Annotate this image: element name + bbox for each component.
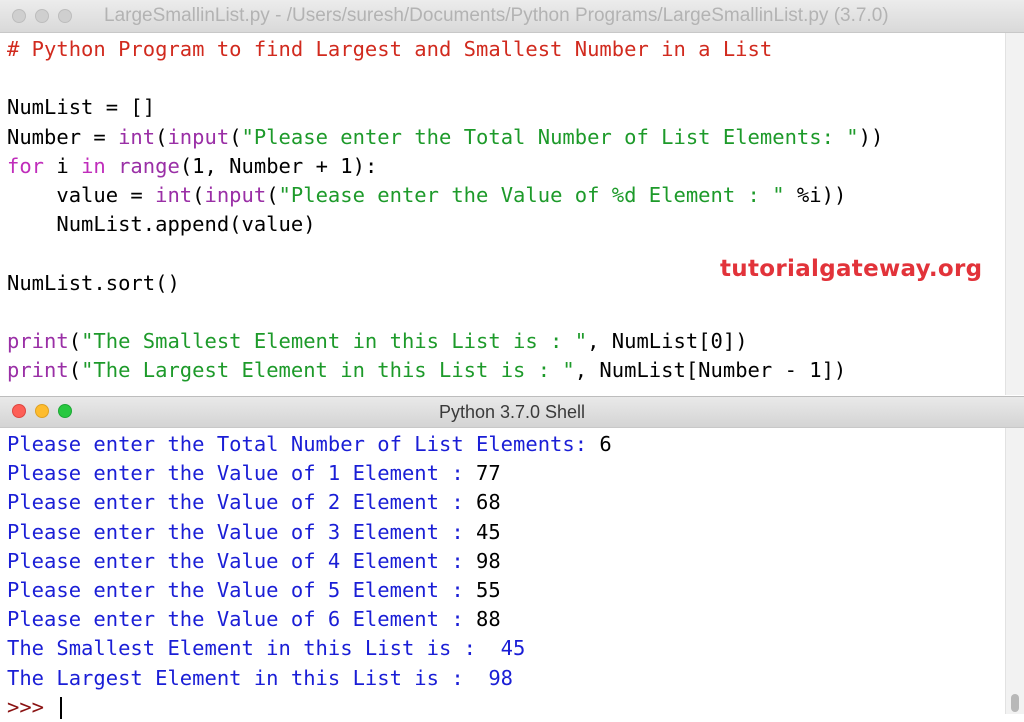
scrollbar-thumb[interactable] [1011, 694, 1019, 712]
code-token: input [204, 183, 267, 207]
code-token: ( [155, 124, 168, 149]
code-token: 68 [476, 490, 501, 515]
code-token: ( [192, 183, 205, 207]
code-line[interactable]: Number = int(input("Please enter the Tot… [7, 123, 883, 152]
code-line[interactable]: for i in range(1, Number + 1): [7, 152, 377, 181]
code-token: 88 [476, 607, 501, 632]
text-cursor [60, 696, 63, 719]
code-token: "The Largest Element in this List is : " [81, 358, 575, 383]
shell-line[interactable]: The Largest Element in this List is : 98 [7, 664, 513, 693]
code-token: # Python Program to find Largest and Sma… [7, 37, 773, 61]
code-token: Please enter the Total Number of List El… [7, 432, 600, 456]
code-token: 45 [476, 519, 501, 544]
code-line[interactable]: print("The Largest Element in this List … [7, 356, 846, 385]
code-token: "The Smallest Element in this List is : … [81, 329, 588, 353]
shell-line[interactable]: Please enter the Value of 6 Element : 88 [7, 605, 501, 634]
shell-line[interactable]: The Smallest Element in this List is : 4… [7, 634, 525, 663]
code-token: 77 [476, 461, 501, 486]
editor-window-controls [12, 9, 72, 23]
code-token: Please enter the Value of 6 Element : [7, 607, 476, 632]
shell-line[interactable]: Please enter the Value of 5 Element : 55 [7, 576, 501, 605]
zoom-icon[interactable] [58, 9, 72, 23]
code-token: int [155, 183, 193, 207]
shell-prompt-line[interactable]: >>> [7, 693, 63, 722]
code-line[interactable]: NumList = [] [7, 93, 155, 122]
code-token: Please enter the Value of 5 Element : [7, 578, 476, 602]
shell-titlebar[interactable]: Python 3.7.0 Shell [0, 396, 1024, 428]
code-token: Please enter the Value of 1 Element : [7, 461, 476, 486]
code-token: NumList.sort() [7, 270, 180, 295]
code-token: print [7, 358, 69, 383]
shell-window-title: Python 3.7.0 Shell [438, 402, 586, 422]
shell-scrollbar[interactable] [1005, 428, 1024, 714]
code-token: (1, Number + 1): [179, 153, 378, 178]
code-token: , NumList[Number - 1]) [574, 358, 847, 383]
code-line[interactable]: value = int(input("Please enter the Valu… [7, 181, 846, 210]
minimize-icon[interactable] [35, 9, 49, 23]
editor-titlebar[interactable]: LargeSmallinList.py - /Users/suresh/Docu… [0, 0, 1024, 33]
code-token: value = [7, 183, 156, 207]
code-token: input [167, 124, 230, 149]
code-token: int [118, 124, 156, 149]
editor-scrollbar[interactable] [1005, 33, 1024, 395]
code-line[interactable]: NumList.append(value) [7, 210, 316, 239]
shell-line[interactable]: Please enter the Value of 1 Element : 77 [7, 459, 501, 488]
shell-prompt: >>> [7, 694, 57, 719]
code-token: NumList.append(value) [7, 212, 316, 237]
code-token: in [81, 153, 106, 178]
code-token: The Smallest Element in this List is : 4… [7, 636, 526, 661]
code-token: ( [229, 124, 242, 149]
close-icon[interactable] [12, 9, 26, 23]
code-token: ( [68, 358, 82, 383]
code-token: )) [858, 124, 884, 149]
code-token: print [7, 329, 69, 353]
code-token: Please enter the Value of 3 Element : [7, 519, 476, 544]
shell-line[interactable]: Please enter the Value of 4 Element : 98 [7, 547, 501, 576]
code-token: %i)) [784, 183, 847, 207]
code-token: Please enter the Value of 2 Element : [7, 490, 476, 515]
code-token: ( [68, 329, 82, 353]
code-editor[interactable]: # Python Program to find Largest and Sma… [0, 33, 1004, 395]
shell-output[interactable]: Please enter the Total Number of List El… [0, 428, 1004, 719]
code-token: "Please enter the Total Number of List E… [241, 124, 859, 149]
code-line[interactable]: # Python Program to find Largest and Sma… [7, 35, 772, 64]
shell-line[interactable]: Please enter the Total Number of List El… [7, 430, 612, 459]
code-token: 6 [599, 432, 612, 456]
code-line[interactable]: NumList.sort() [7, 269, 180, 298]
code-token: 98 [476, 548, 501, 573]
code-token: i [44, 153, 82, 178]
shell-line[interactable]: Please enter the Value of 3 Element : 45 [7, 518, 501, 547]
code-token: Please enter the Value of 4 Element : [7, 548, 476, 573]
code-token: "Please enter the Value of %d Element : … [278, 183, 785, 207]
code-line[interactable]: print("The Smallest Element in this List… [7, 327, 748, 356]
watermark: tutorialgateway.org [720, 256, 983, 282]
code-token: , NumList[0]) [587, 329, 748, 353]
code-token: for [7, 153, 45, 178]
code-token: range [118, 153, 180, 178]
code-token: ( [266, 183, 279, 207]
code-token: Number = [7, 124, 119, 149]
code-token: NumList = [] [7, 95, 156, 120]
code-token: The Largest Element in this List is : 98 [7, 665, 514, 690]
code-token: 55 [476, 578, 501, 602]
editor-window-title: LargeSmallinList.py - /Users/suresh/Docu… [104, 5, 889, 26]
shell-line[interactable]: Please enter the Value of 2 Element : 68 [7, 488, 501, 517]
